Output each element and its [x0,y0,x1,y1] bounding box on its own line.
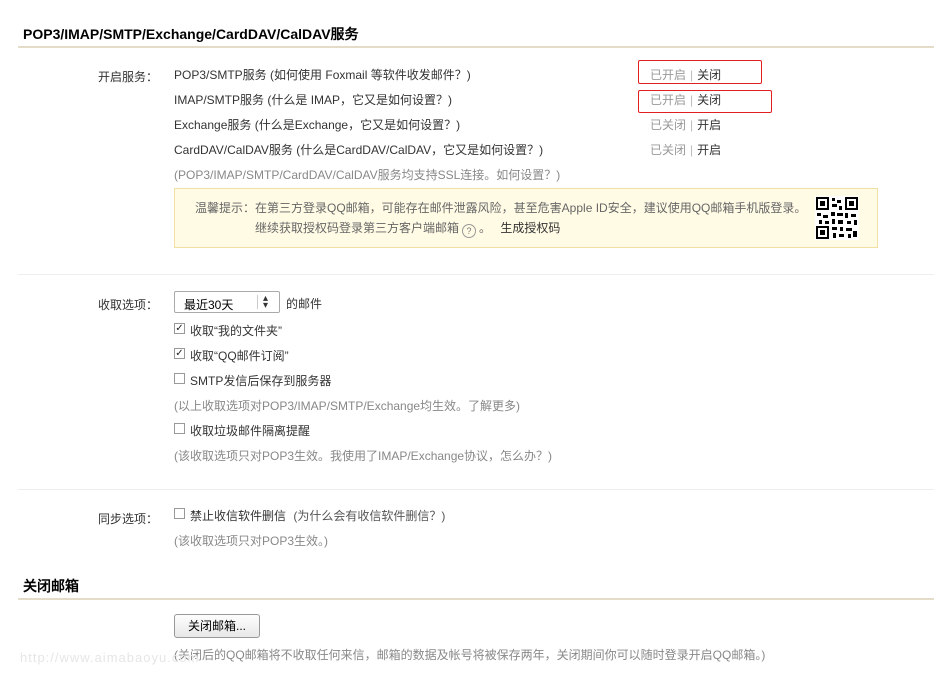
toggle-exchange-button[interactable]: 开启 [697,118,721,132]
sync-label: 同步选项： [98,512,159,526]
smtp-save-label: SMTP发信后保存到服务器 [190,374,332,388]
highlight-box-imap [638,90,772,113]
warning-tip-box: 温馨提示：在第三方登录QQ邮箱，可能存在邮件泄露风险，甚至危害Apple ID安… [174,188,878,248]
service-row-imap: IMAP/SMTP服务 (什么是 IMAP，它又是如何设置？) [174,91,452,108]
service-status-exchange: 已关闭 | 开启 [650,118,722,132]
highlight-box-pop3 [638,60,762,84]
status-text: 已关闭 [650,118,687,132]
tip-text: 。 [479,221,492,235]
close-mailbox-button[interactable]: 关闭邮箱... [174,614,260,638]
service-help-link-pop3[interactable]: (如何使用 Foxmail 等软件收发邮件？) [270,68,471,82]
section-title-close-mailbox: 关闭邮箱 [23,578,79,594]
section-divider [18,46,934,48]
watermark: http://www.aimabaoyu.com [20,650,200,665]
service-name-exchange: Exchange服务 [174,118,252,132]
spam-notice-checkbox[interactable] [174,423,185,434]
receive-range-select[interactable]: 最近30天 ▴ ▾ [174,291,280,313]
service-name-pop3: POP3/SMTP服务 [174,68,267,82]
receive-folder-label: 收取“我的文件夹” [190,324,282,338]
receive-folder-checkbox[interactable]: ✓ [174,323,185,334]
receive-subscription-checkbox[interactable]: ✓ [174,348,185,359]
section-separator [18,489,934,490]
spam-notice-label: 收取垃圾邮件隔离提醒 [190,424,311,438]
no-delete-label: 禁止收信软件删信 [190,509,287,523]
status-text: 已关闭 [650,143,687,157]
smtp-save-checkbox[interactable] [174,373,185,384]
section-separator [18,274,934,275]
sync-note: (该收取选项只对POP3生效。) [174,534,329,548]
service-row-pop3: POP3/SMTP服务 (如何使用 Foxmail 等软件收发邮件？) [174,66,471,83]
tip-text: 继续获取授权码登录第三方客户端邮箱 [255,221,460,235]
service-row-exchange: Exchange服务 (什么是Exchange，它又是如何设置？) [174,116,460,133]
service-name-imap: IMAP/SMTP服务 [174,93,265,107]
close-mailbox-note: (关闭后的QQ邮箱将不收取任何来信，邮箱的数据及帐号将被保存两年，关闭期间你可以… [174,648,766,662]
service-help-link-exchange[interactable]: (什么是Exchange，它又是如何设置？) [255,118,460,132]
services-label: 开启服务： [98,70,159,84]
no-delete-checkbox[interactable] [174,508,185,519]
updown-arrow-icon: ▴ ▾ [263,293,269,311]
generate-auth-code-link[interactable]: 生成授权码 [500,221,560,235]
select-divider [257,295,258,309]
service-name-carddav: CardDAV/CalDAV服务 [174,143,293,157]
ssl-note: (POP3/IMAP/SMTP/CardDAV/CalDAV服务均支持SSL连接… [174,168,561,182]
service-help-link-carddav[interactable]: (什么是CardDAV/CalDAV，它又是如何设置？) [296,143,543,157]
service-row-carddav: CardDAV/CalDAV服务 (什么是CardDAV/CalDAV，它又是如… [174,141,543,158]
receive-label: 收取选项： [98,298,159,312]
service-help-link-imap[interactable]: (什么是 IMAP，它又是如何设置？) [267,93,452,107]
tip-text-line2: 继续获取授权码登录第三方客户端邮箱?。 生成授权码 [255,219,560,238]
section-title-services: POP3/IMAP/SMTP/Exchange/CardDAV/CalDAV服务 [23,26,359,42]
help-circle-icon[interactable]: ? [462,224,477,238]
receive-note-1: (以上收取选项对POP3/IMAP/SMTP/Exchange均生效。了解更多) [174,399,521,413]
receive-subscription-label: 收取“QQ邮件订阅” [190,349,289,363]
receive-range-suffix: 的邮件 [286,297,323,311]
qr-code-icon [815,196,859,240]
no-delete-row: 禁止收信软件删信 (为什么会有收信软件删信？) [190,507,445,524]
tip-text-line1: 温馨提示：在第三方登录QQ邮箱，可能存在邮件泄露风险，甚至危害Apple ID安… [195,201,807,215]
receive-note-2: (该收取选项只对POP3生效。我使用了IMAP/Exchange协议，怎么办？) [174,449,553,463]
no-delete-help-link[interactable]: (为什么会有收信软件删信？) [293,509,445,523]
service-status-carddav: 已关闭 | 开启 [650,143,722,157]
receive-range-value: 最近30天 [184,298,234,312]
section-divider [18,598,934,600]
toggle-carddav-button[interactable]: 开启 [697,143,721,157]
